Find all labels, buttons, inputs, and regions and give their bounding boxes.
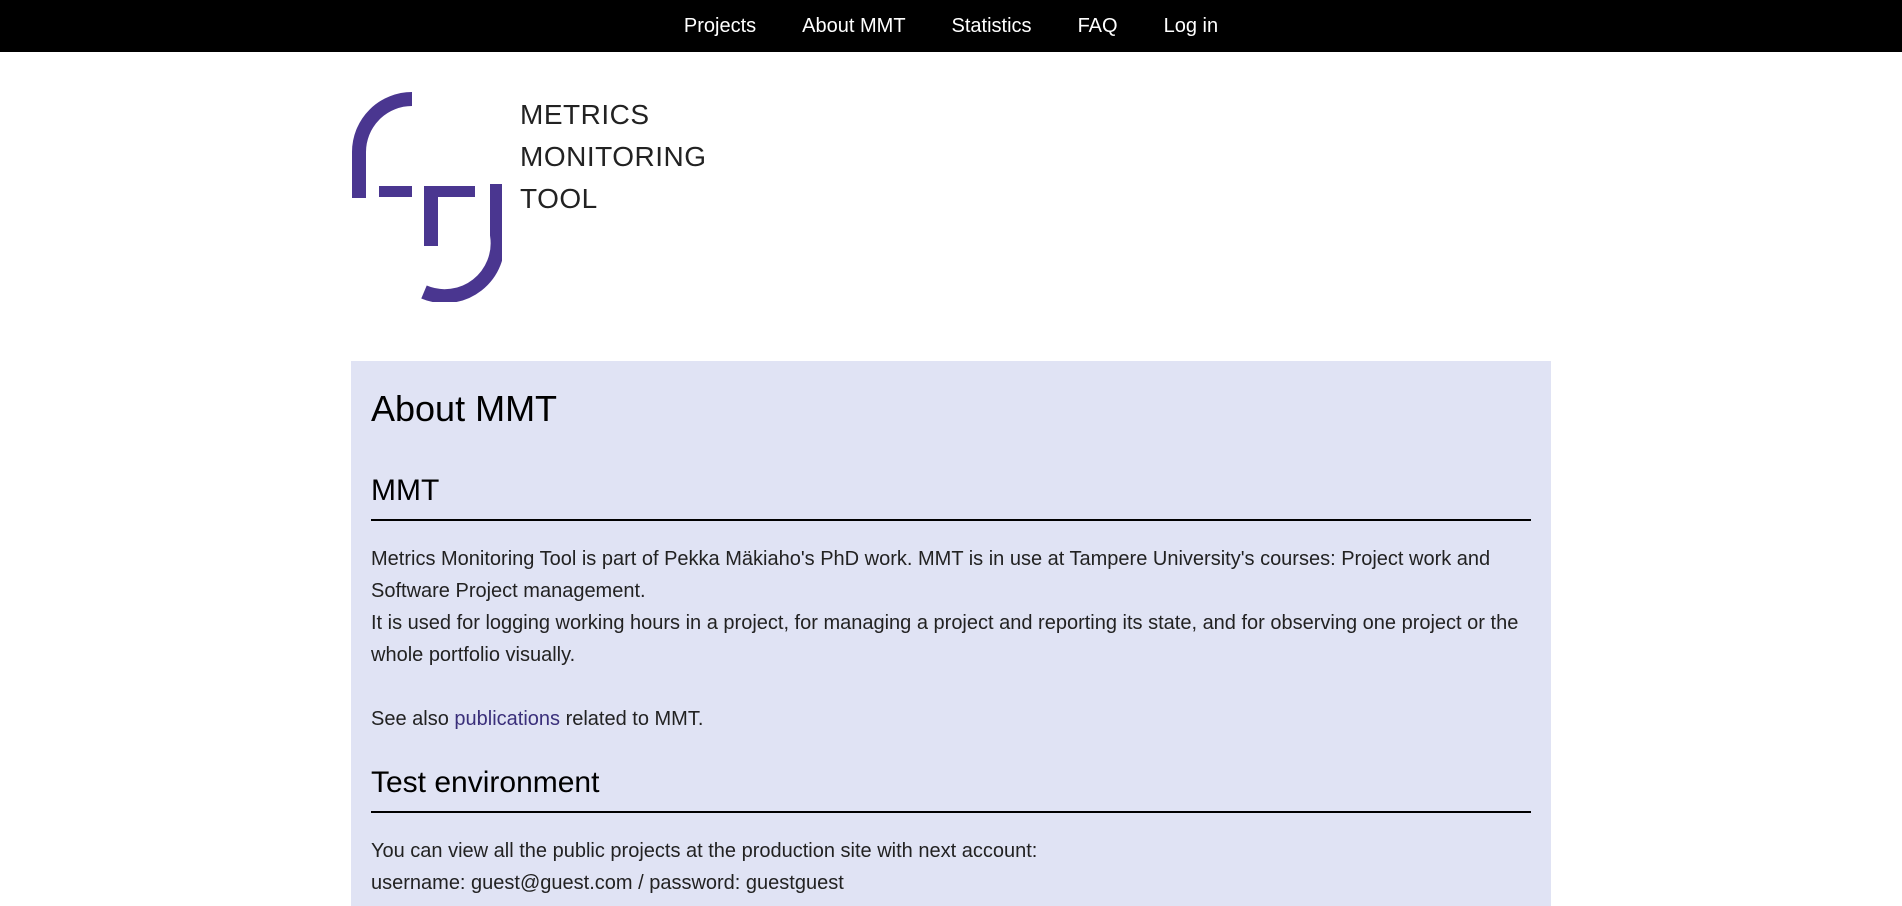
nav-about-mmt[interactable]: About MMT xyxy=(802,0,905,52)
top-navigation: Projects About MMT Statistics FAQ Log in xyxy=(0,0,1902,52)
mmt-paragraph-2: It is used for logging working hours in … xyxy=(371,612,1519,666)
logo-wordmark: METRICS MONITORING TOOL xyxy=(520,94,706,220)
nav-faq[interactable]: FAQ xyxy=(1078,0,1118,52)
see-also-prefix: See also xyxy=(371,708,455,730)
logo-line-2: MONITORING xyxy=(520,141,707,172)
logo-line-3: TOOL xyxy=(520,183,598,214)
see-also-suffix: related to MMT. xyxy=(560,708,704,730)
logo-line-1: METRICS xyxy=(520,99,650,130)
section-heading-mmt: MMT xyxy=(371,473,1531,521)
page-title: About MMT xyxy=(371,388,558,429)
nav-statistics[interactable]: Statistics xyxy=(952,0,1032,52)
mmt-logo-icon xyxy=(352,92,502,302)
see-also-text: See also publications related to MMT. xyxy=(371,703,1531,735)
publications-link[interactable]: publications xyxy=(454,708,560,730)
test-environment-info: You can view all the public projects at … xyxy=(371,835,1531,899)
mmt-description: Metrics Monitoring Tool is part of Pekka… xyxy=(371,543,1531,735)
section-heading-test-environment: Test environment xyxy=(371,765,1531,813)
about-content-panel: About MMT MMT Metrics Monitoring Tool is… xyxy=(351,361,1551,906)
site-logo: METRICS MONITORING TOOL xyxy=(352,92,712,302)
test-env-line-1: You can view all the public projects at … xyxy=(371,840,1038,862)
mmt-paragraph-1: Metrics Monitoring Tool is part of Pekka… xyxy=(371,548,1491,602)
nav-log-in[interactable]: Log in xyxy=(1164,0,1219,52)
test-env-credentials: username: guest@guest.com / password: gu… xyxy=(371,872,844,894)
nav-projects[interactable]: Projects xyxy=(684,0,756,52)
